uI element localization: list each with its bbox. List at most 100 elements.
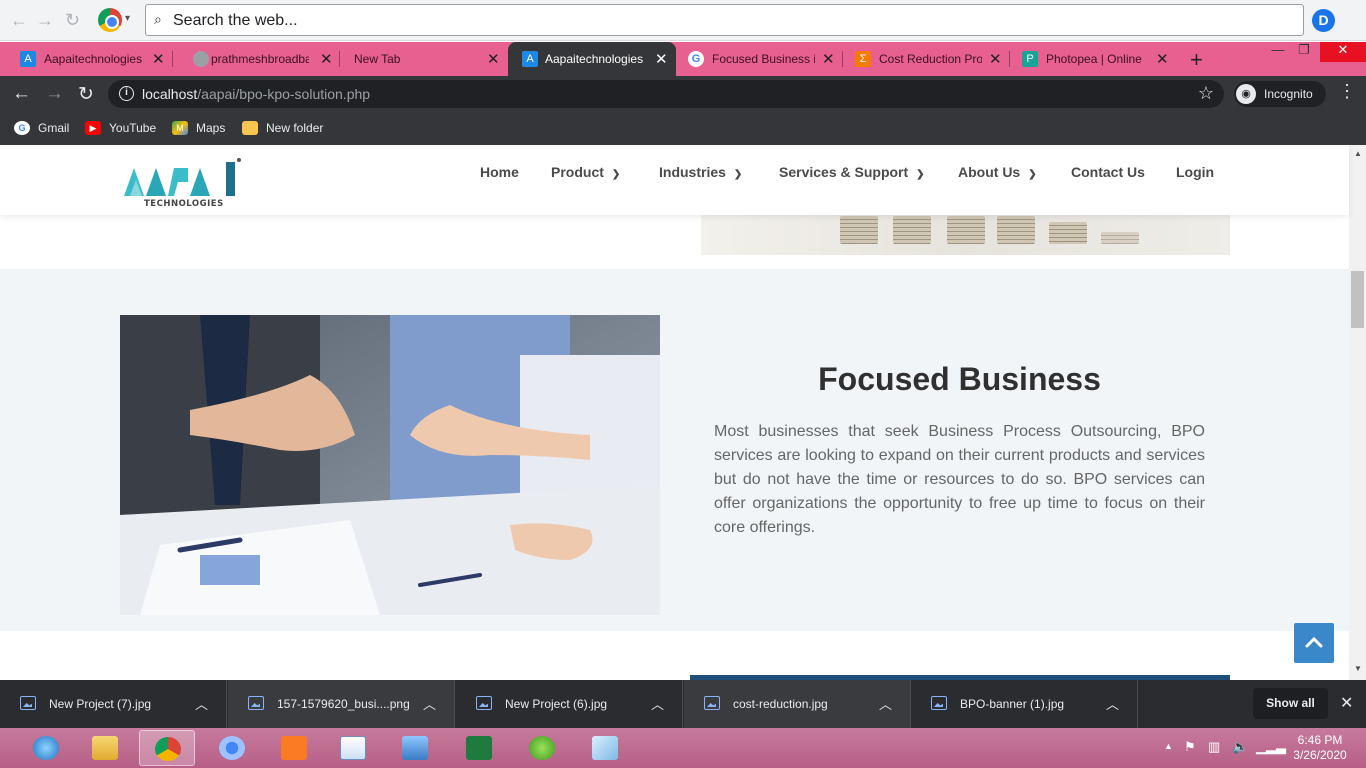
close-tab-icon[interactable]: ✕ xyxy=(989,50,1002,68)
download-filename: New Project (6).jpg xyxy=(505,697,608,711)
taskbar-xampp[interactable] xyxy=(266,730,322,766)
close-icon[interactable]: ✕ xyxy=(1340,693,1353,713)
close-tab-icon[interactable]: ✕ xyxy=(152,50,165,68)
url-text: localhost/aapai/bpo-kpo-solution.php xyxy=(142,86,370,102)
close-tab-icon[interactable]: ✕ xyxy=(487,50,500,68)
taskbar-chrome[interactable] xyxy=(139,730,195,766)
scroll-up-arrow-icon[interactable]: ▲ xyxy=(1354,149,1362,158)
taskbar-photo-viewer[interactable] xyxy=(387,730,443,766)
search-icon: ⌕ xyxy=(154,11,162,27)
bookmark-star-icon[interactable]: ☆ xyxy=(1198,83,1214,104)
section-body: Most businesses that seek Business Proce… xyxy=(714,423,1205,536)
scroll-down-arrow-icon[interactable]: ▼ xyxy=(1354,664,1362,673)
photo-viewer-icon xyxy=(402,736,428,760)
chrome-logo-icon[interactable] xyxy=(98,8,122,32)
taskbar-ie[interactable] xyxy=(18,730,74,766)
taskbar-excel[interactable] xyxy=(451,730,507,766)
action-center-flag-icon[interactable]: ⚑ xyxy=(1184,739,1196,755)
chromium-icon xyxy=(219,736,245,760)
chevron-up-icon[interactable]: ︿ xyxy=(195,694,208,713)
network-icon[interactable]: ▥ xyxy=(1208,739,1220,755)
download-item[interactable]: cost-reduction.jpg ︿ xyxy=(684,680,911,728)
nav-contact-us[interactable]: Contact Us xyxy=(1071,164,1145,180)
forward-arrow-icon[interactable]: → xyxy=(36,10,54,31)
back-arrow-icon[interactable]: ← xyxy=(10,10,28,31)
tab-strip: A Aapaitechnologies ✕ prathmeshbroadba ✕… xyxy=(0,42,1366,76)
web-search-box[interactable]: ⌕ Search the web... xyxy=(145,4,1304,36)
download-item[interactable]: 157-1579620_busi....png ︿ xyxy=(228,680,455,728)
taskbar-dreamweaver[interactable] xyxy=(514,730,570,766)
maximize-icon[interactable]: ❐ xyxy=(1292,42,1316,62)
signal-icon[interactable]: ▁▂▃ xyxy=(1256,739,1286,755)
clock-time: 6:46 PM xyxy=(1297,733,1343,747)
nav-industries[interactable]: Industries ❯ xyxy=(659,164,742,180)
windows-taskbar: 6:46 PM 3/26/2020 xyxy=(0,728,1366,768)
tray-expand-icon[interactable]: ▲ xyxy=(1164,741,1173,751)
back-to-top-button[interactable] xyxy=(1294,623,1334,663)
tab-prathmeshbroadband[interactable]: prathmeshbroadba ✕ xyxy=(173,42,340,76)
tab-cost-reduction[interactable]: Σ Cost Reduction Pro ✕ xyxy=(843,42,1010,76)
address-bar[interactable]: i localhost/aapai/bpo-kpo-solution.php ☆ xyxy=(108,80,1224,108)
info-icon[interactable]: i xyxy=(119,86,134,101)
page-scrollbar[interactable]: ▲ ▼ xyxy=(1349,145,1366,680)
taskbar-notes[interactable] xyxy=(577,730,633,766)
close-tab-icon[interactable]: ✕ xyxy=(822,50,835,68)
notes-icon xyxy=(592,736,618,760)
chevron-down-icon: ❯ xyxy=(733,169,743,180)
download-filename: BPO-banner (1).jpg xyxy=(960,697,1065,711)
nav-about-label: About Us xyxy=(958,164,1021,180)
menu-dots-icon[interactable]: ⋮ xyxy=(1338,81,1356,102)
nav-home-label: Home xyxy=(480,164,519,180)
taskbar-explorer[interactable] xyxy=(77,730,133,766)
bookmark-label: YouTube xyxy=(109,121,157,135)
forward-arrow-icon[interactable]: → xyxy=(45,83,64,105)
tab-aapaitechnologies-1[interactable]: A Aapaitechnologies ✕ xyxy=(0,42,173,76)
nav-product[interactable]: Product ❯ xyxy=(551,164,620,180)
window-close-icon[interactable]: ✕ xyxy=(1320,42,1366,62)
close-tab-icon[interactable]: ✕ xyxy=(1156,50,1169,68)
scroll-thumb[interactable] xyxy=(1351,271,1364,328)
reload-icon[interactable]: ↻ xyxy=(78,83,94,106)
minimize-icon[interactable]: — xyxy=(1266,42,1290,62)
volume-icon[interactable]: 🔈 xyxy=(1232,739,1248,755)
maps-icon: M xyxy=(172,121,188,135)
close-tab-icon[interactable]: ✕ xyxy=(655,50,668,68)
launcher-bar: ← → ↻ ▾ ⌕ Search the web... D xyxy=(0,0,1366,41)
download-item[interactable]: New Project (6).jpg ︿ xyxy=(456,680,683,728)
chevron-down-icon[interactable]: ▾ xyxy=(125,13,130,24)
incognito-label: Incognito xyxy=(1264,87,1313,101)
show-all-button[interactable]: Show all xyxy=(1253,688,1328,719)
google-favicon-icon: G xyxy=(688,51,704,67)
chevron-up-icon[interactable]: ︿ xyxy=(1106,694,1119,713)
tab-new-tab[interactable]: New Tab ✕ xyxy=(340,42,508,76)
reload-icon[interactable]: ↻ xyxy=(65,10,80,31)
chevron-up-icon[interactable]: ︿ xyxy=(423,694,436,713)
wordpad-icon xyxy=(340,736,366,760)
tab-title: Photopea | Online xyxy=(1046,52,1142,66)
image-file-icon xyxy=(931,696,947,710)
aapai-logo[interactable]: TECHNOLOGIES xyxy=(122,156,246,208)
photopea-favicon-icon: P xyxy=(1022,51,1038,67)
profile-avatar[interactable]: D xyxy=(1312,9,1335,32)
download-item[interactable]: BPO-banner (1).jpg ︿ xyxy=(911,680,1138,728)
tab-focused-business[interactable]: G Focused Business i ✕ xyxy=(676,42,843,76)
close-tab-icon[interactable]: ✕ xyxy=(320,50,333,68)
new-tab-plus-icon[interactable]: + xyxy=(1190,47,1203,73)
download-item[interactable]: New Project (7).jpg ︿ xyxy=(0,680,227,728)
incognito-badge[interactable]: ◉ Incognito xyxy=(1234,81,1326,107)
tab-photopea[interactable]: P Photopea | Online ✕ xyxy=(1010,42,1177,76)
nav-product-label: Product xyxy=(551,164,604,180)
nav-about-us[interactable]: About Us ❯ xyxy=(958,164,1037,180)
nav-login[interactable]: Login xyxy=(1176,164,1214,180)
youtube-icon: ▶ xyxy=(85,121,101,135)
chevron-up-icon[interactable]: ︿ xyxy=(879,694,892,713)
nav-services-support[interactable]: Services & Support ❯ xyxy=(779,164,925,180)
taskbar-chromium[interactable] xyxy=(204,730,260,766)
coins-image xyxy=(701,215,1230,255)
back-arrow-icon[interactable]: ← xyxy=(12,83,31,105)
taskbar-wordpad[interactable] xyxy=(325,730,381,766)
nav-home[interactable]: Home xyxy=(480,164,519,180)
tab-aapaitechnologies-active[interactable]: A Aapaitechnologies ✕ xyxy=(508,42,676,76)
system-clock[interactable]: 6:46 PM 3/26/2020 xyxy=(1280,733,1360,763)
chevron-up-icon[interactable]: ︿ xyxy=(651,694,664,713)
